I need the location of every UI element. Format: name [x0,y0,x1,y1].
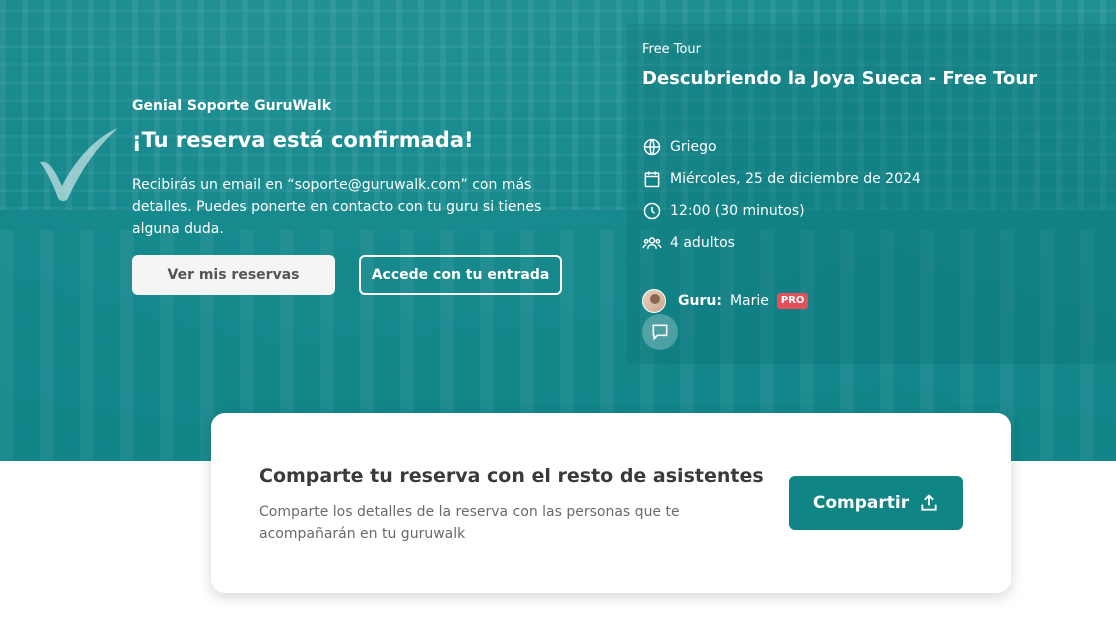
pro-badge: PRO [776,293,809,309]
tour-time: 12:00 (30 minutos) [642,200,805,222]
view-bookings-button[interactable]: Ver mis reservas [132,255,335,295]
confirmation-title: ¡Tu reserva está confirmada! [132,128,474,152]
tour-date-text: Miércoles, 25 de diciembre de 2024 [670,171,921,187]
guru-name[interactable]: Marie [730,293,769,309]
share-description: Comparte los detalles de la reserva con … [259,504,680,542]
tour-language: Griego [642,136,717,158]
tour-type: Free Tour [642,42,701,57]
tour-attendees: 4 adultos [642,232,735,254]
confirmation-eyebrow: Genial Soporte GuruWalk [132,98,332,114]
users-icon [642,237,662,249]
tour-time-text: 12:00 (30 minutos) [670,203,805,219]
chat-with-guru-button[interactable] [642,314,678,350]
share-button[interactable]: Compartir [789,476,963,530]
confirmation-description: Recibirás un email en “soporte@guruwalk.… [132,177,542,237]
guru-info: Guru: Marie PRO [642,289,809,313]
globe-icon [643,138,661,156]
guru-label: Guru: [678,293,722,309]
access-ticket-button[interactable]: Accede con tu entrada [359,255,562,295]
guru-avatar [642,289,666,313]
chat-icon [652,324,668,341]
tour-date: Miércoles, 25 de diciembre de 2024 [642,168,921,190]
clock-icon [643,202,661,220]
share-title: Comparte tu reserva con el resto de asis… [259,465,764,487]
share-booking-card: Comparte tu reserva con el resto de asis… [211,413,1011,593]
tour-attendees-text: 4 adultos [670,235,735,251]
calendar-icon [644,171,660,188]
tour-language-text: Griego [670,139,717,155]
share-button-label: Compartir [812,493,910,513]
check-icon [40,128,118,201]
confirmation-block: Genial Soporte GuruWalk ¡Tu reserva está… [132,96,572,240]
tour-title: Descubriendo la Joya Sueca - Free Tour [642,68,1038,89]
share-icon [921,494,937,511]
